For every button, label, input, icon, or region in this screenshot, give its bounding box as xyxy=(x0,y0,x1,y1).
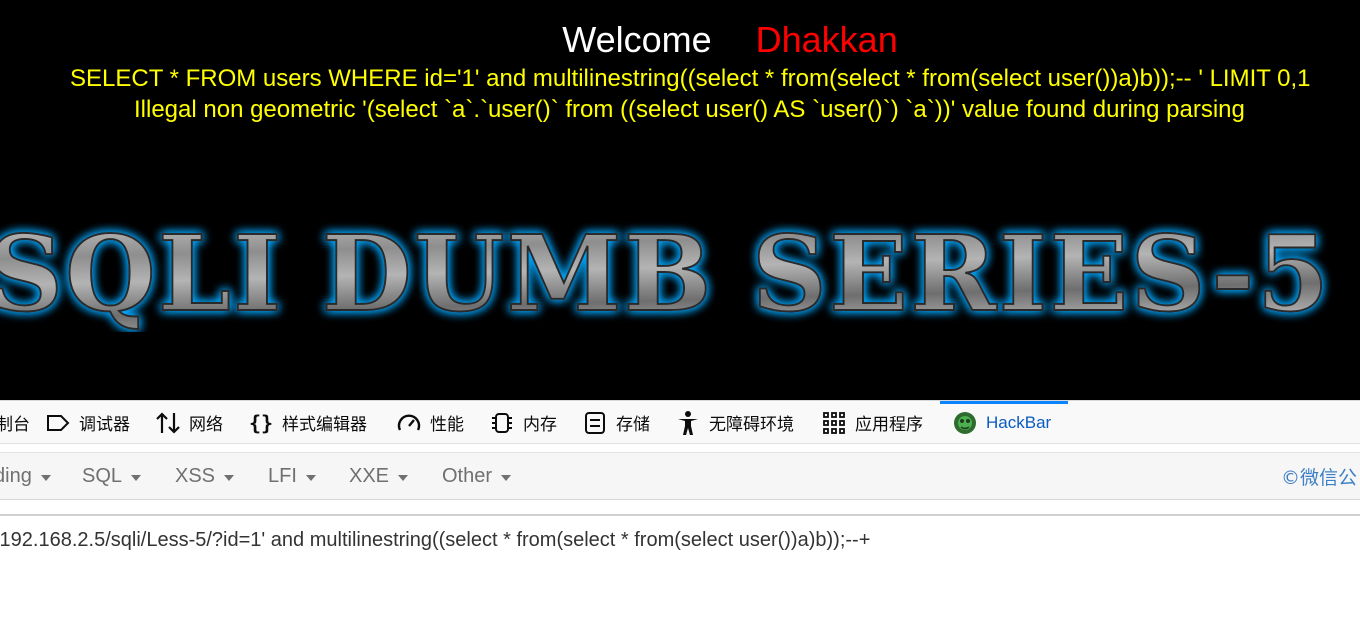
welcome-username: Dhakkan xyxy=(755,19,898,60)
lfi-menu-label: LFI xyxy=(268,464,297,487)
xss-menu-label: XSS xyxy=(175,464,216,487)
chevron-down-icon xyxy=(398,474,409,481)
web-page-content: Welcome Dhakkan SELECT * FROM users WHERE… xyxy=(0,0,1360,400)
tab-performance-label: 性能 xyxy=(430,415,464,435)
tab-hackbar[interactable]: HackBar xyxy=(940,401,1068,444)
lfi-menu[interactable]: LFI xyxy=(268,453,316,499)
tab-application[interactable]: 应用程序 xyxy=(821,401,923,444)
xxe-menu[interactable]: XXE xyxy=(349,453,409,499)
gauge-icon xyxy=(396,410,422,436)
sql-error-message: Illegal non geometric '(select `a`.`user… xyxy=(134,96,1245,123)
tab-memory-label: 内存 xyxy=(523,415,557,435)
tab-accessibility[interactable]: 无障碍环境 xyxy=(675,401,794,444)
tab-hackbar-label: HackBar xyxy=(986,412,1052,432)
url-textarea[interactable]: /192.168.2.5/sqli/Less-5/?id=1' and mult… xyxy=(0,517,1360,618)
tab-network-label: 网络 xyxy=(189,415,223,435)
tab-performance[interactable]: 性能 xyxy=(396,401,464,444)
chevron-down-icon xyxy=(40,474,51,481)
devtools-toolbar: 制台 调试器 网络 {} 样式编辑器 性能 内存 存储 无障碍环境 应用程序 H… xyxy=(0,400,1360,444)
memory-chip-icon xyxy=(489,410,515,436)
hackbar-logo-icon xyxy=(952,410,978,436)
debugger-icon xyxy=(45,410,71,436)
tab-console[interactable]: 制台 xyxy=(0,401,30,444)
xxe-menu-label: XXE xyxy=(349,464,390,487)
other-menu-label: Other xyxy=(442,464,493,487)
sql-query-text: SELECT * FROM users WHERE id='1' and mul… xyxy=(70,65,1311,92)
tab-memory[interactable]: 内存 xyxy=(489,401,557,444)
chevron-down-icon xyxy=(131,474,142,481)
hackbar-credit-text: ©微信公 xyxy=(1281,466,1358,489)
welcome-heading: Welcome Dhakkan xyxy=(0,18,1360,62)
tab-accessibility-label: 无障碍环境 xyxy=(709,415,794,435)
tab-storage[interactable]: 存储 xyxy=(582,401,650,444)
storage-icon xyxy=(582,410,608,436)
sql-menu[interactable]: SQL xyxy=(82,453,142,499)
banner-text: SQLI DUMB SERIES-5 xyxy=(0,222,1331,332)
other-menu[interactable]: Other xyxy=(442,453,512,499)
tab-style-editor[interactable]: {} 样式编辑器 xyxy=(248,401,367,444)
browser-window: Welcome Dhakkan SELECT * FROM users WHERE… xyxy=(0,0,1360,618)
sql-menu-label: SQL xyxy=(82,464,123,487)
hackbar-divider xyxy=(0,514,1360,516)
chevron-down-icon xyxy=(305,474,316,481)
tab-style-editor-label: 样式编辑器 xyxy=(282,415,367,435)
tab-storage-label: 存储 xyxy=(616,415,650,435)
xss-menu[interactable]: XSS xyxy=(175,453,235,499)
url-textarea-value: /192.168.2.5/sqli/Less-5/?id=1' and mult… xyxy=(0,529,871,551)
sqli-dumb-series-banner: SQLI DUMB SERIES-5 xyxy=(0,222,1360,332)
encoding-menu[interactable]: ding xyxy=(0,453,51,499)
tab-debugger-label: 调试器 xyxy=(79,415,130,435)
tab-debugger[interactable]: 调试器 xyxy=(45,401,130,444)
encoding-menu-label: ding xyxy=(0,464,32,487)
chevron-down-icon xyxy=(224,474,235,481)
network-arrows-icon xyxy=(155,410,181,436)
tab-network[interactable]: 网络 xyxy=(155,401,223,444)
tab-console-label: 制台 xyxy=(0,415,30,435)
tab-application-label: 应用程序 xyxy=(855,415,923,435)
hackbar-menu-bar: ding SQL XSS LFI XXE Other ©微信公 xyxy=(0,452,1360,500)
braces-icon: {} xyxy=(248,410,274,435)
accessibility-icon xyxy=(675,410,701,436)
app-grid-icon xyxy=(821,410,847,436)
chevron-down-icon xyxy=(501,474,512,481)
welcome-word: Welcome xyxy=(562,19,712,60)
